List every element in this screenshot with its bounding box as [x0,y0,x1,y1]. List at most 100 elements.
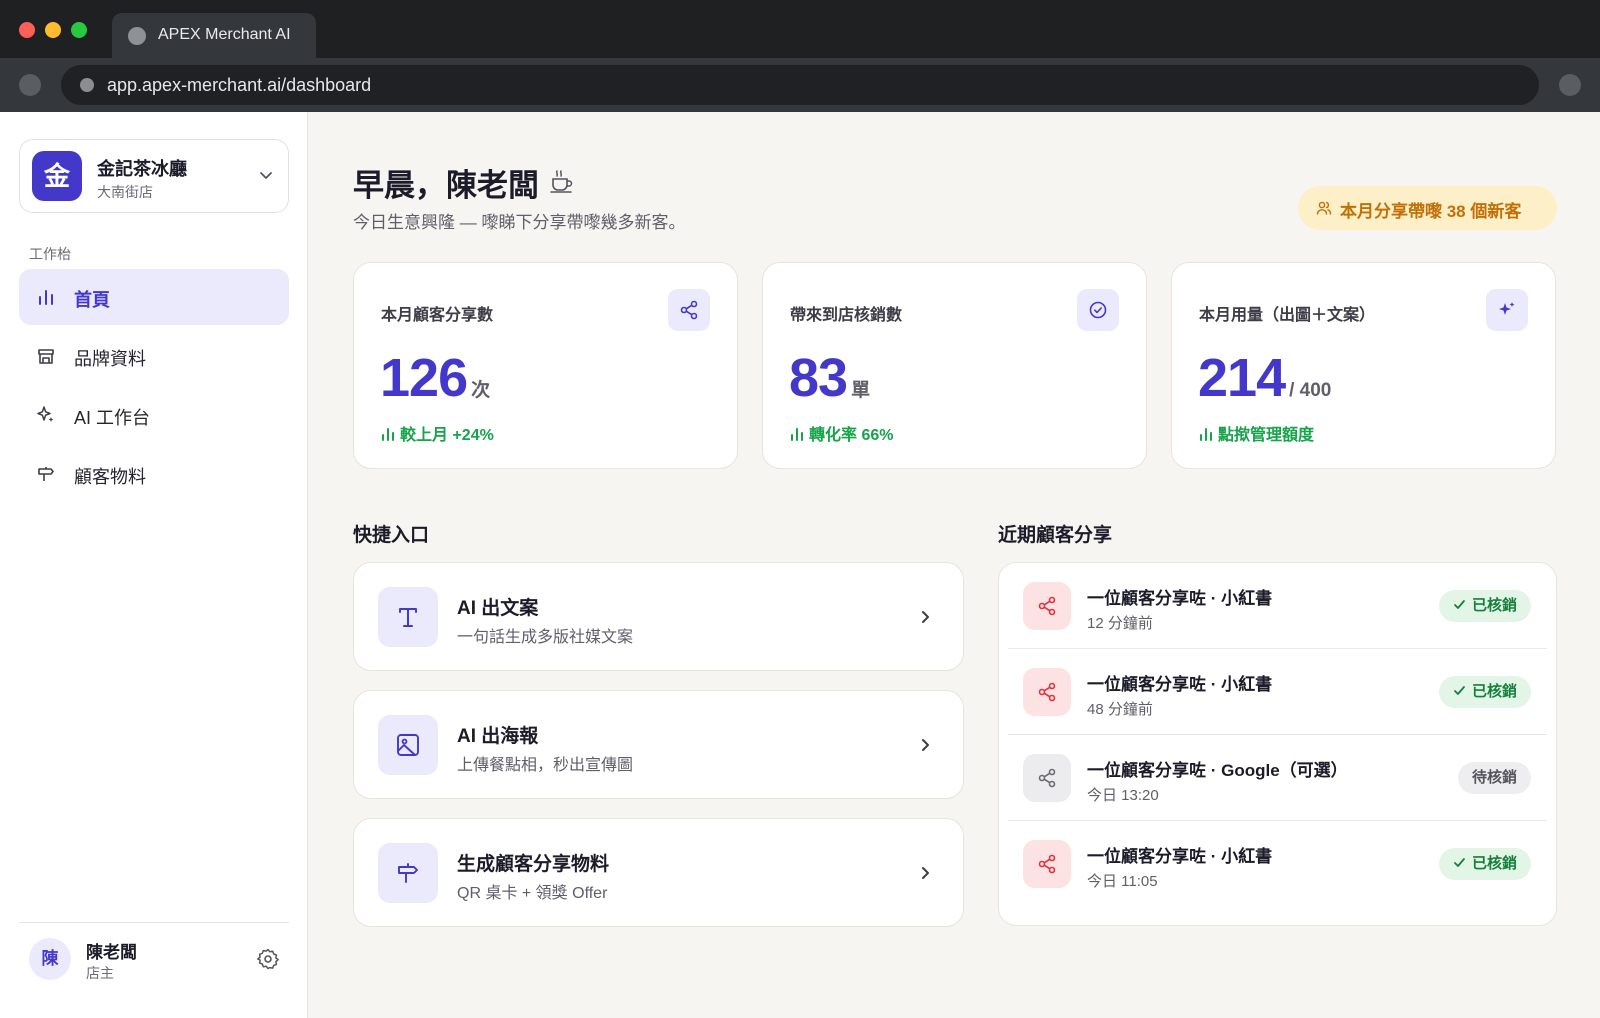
page-subtitle: 今日生意興隆 — 嚟睇下分享帶嚟幾多新客。 [353,213,686,232]
stat-card-shares: 本月顧客分享數 126 次 較上月 +24% [353,262,738,469]
app-root: 金 金記茶冰廳 大南街店 工作枱 首頁 品牌資料 AI 工作台 顧客物料 陳 陳… [0,112,1600,1018]
sidebar-item-customer-materials[interactable]: 顧客物料 [19,446,289,502]
quick-title: 生成顧客分享物料 [457,854,610,875]
stat-value: 126 次 [380,348,491,408]
sidebar-item-label: AI 工作台 [74,408,151,428]
share-time: 今日 13:20 [1087,787,1159,804]
stat-unit: 次 [471,380,491,401]
store-icon [38,349,54,364]
quick-ai-poster-button[interactable]: AI 出海報 上傳餐點相，秒出宣傳圖 [353,690,964,799]
url-text[interactable]: app.apex-merchant.ai/dashboard [107,75,371,96]
sidebar-section-label: 工作枱 [29,246,71,262]
share-icon [1023,840,1071,888]
window-close-button[interactable] [19,22,35,38]
stat-label: 本月用量（出圖＋文案） [1199,307,1376,324]
window-minimize-button[interactable] [45,22,61,38]
stat-value: 214/ 400 [1198,348,1332,408]
sidebar-item-brand[interactable]: 品牌資料 [19,328,289,384]
sidebar-item-home[interactable]: 首頁 [19,269,289,325]
status-badge: 已核銷 [1438,676,1531,708]
chevron-right-icon [922,739,929,751]
check-icon [1454,858,1465,867]
status-badge: 待核銷 [1457,762,1531,794]
sidebar-item-label: 顧客物料 [74,467,146,487]
share-icon [1023,754,1071,802]
quick-subtitle: 上傳餐點相，秒出宣傳圖 [457,757,634,774]
share-time: 今日 11:05 [1087,873,1158,890]
quick-subtitle: QR 桌卡 + 領獎 Offer [457,885,608,902]
browser-tab[interactable]: APEX Merchant AI [112,13,316,58]
image-icon [378,715,438,775]
bar-chart-icon [382,428,394,441]
gear-icon[interactable] [256,947,280,971]
share-icon [1023,582,1071,630]
address-bar[interactable]: app.apex-merchant.ai/dashboard [61,65,1539,105]
browser-toolbar: app.apex-merchant.ai/dashboard [0,58,1600,112]
share-time: 48 分鐘前 [1087,701,1153,718]
stat-label: 帶來到店核銷數 [790,307,903,324]
signpost-icon [378,843,438,903]
quick-title: AI 出文案 [457,598,539,619]
chevron-right-icon [922,867,929,879]
share-title: 一位顧客分享咗 · 小紅書 [1087,589,1273,608]
quick-title: AI 出海報 [457,726,539,747]
back-button[interactable] [19,74,41,96]
avatar[interactable]: 陳 [29,938,71,980]
share-title: 一位顧客分享咗 · 小紅書 [1087,847,1273,866]
sparkles-icon [1486,289,1528,331]
signpost-icon [38,467,54,481]
sidebar-item-label: 首頁 [74,290,110,310]
favicon-icon [128,27,146,45]
text-icon [378,587,438,647]
bar-chart-icon [1200,428,1212,441]
user-role: 店主 [86,965,114,981]
users-icon [1316,201,1332,215]
stat-label: 本月顧客分享數 [381,307,494,324]
sparkles-icon [37,406,54,422]
store-logo: 金 [32,151,82,201]
stat-unit: / 400 [1289,380,1332,401]
sidebar-item-ai-workbench[interactable]: AI 工作台 [19,387,289,443]
coffee-cup-icon [550,170,573,193]
check-icon [1454,600,1465,609]
user-name: 陳老闆 [86,943,137,962]
share-icon [668,289,710,331]
store-switcher[interactable]: 金 金記茶冰廳 大南街店 [19,139,289,213]
site-info-icon[interactable] [80,78,94,92]
manage-quota-link[interactable]: 點揿管理額度 [1199,421,1314,445]
store-name: 金記茶冰廳 [97,159,187,179]
window-maximize-button[interactable] [71,22,87,38]
tab-bar: APEX Merchant AI [0,0,1600,58]
quick-ai-copy-button[interactable]: AI 出文案 一句話生成多版社媒文案 [353,562,964,671]
chevron-right-icon [922,611,929,623]
share-icon [1023,668,1071,716]
stat-card-usage: 本月用量（出圖＋文案） 214/ 400 點揿管理額度 [1171,262,1556,469]
status-badge: 已核銷 [1438,590,1531,622]
sidebar-divider [19,922,289,923]
tab-title: APEX Merchant AI [158,26,291,43]
store-branch: 大南街店 [97,184,153,200]
stat-value: 83 單 [789,348,871,408]
recent-shares-title: 近期顧客分享 [998,525,1113,546]
quick-access-title: 快捷入口 [353,525,430,546]
stat-trend: 轉化率 66% [790,421,893,445]
stat-trend: 較上月 +24% [381,421,494,445]
bar-chart-icon [39,290,53,305]
quick-share-materials-button[interactable]: 生成顧客分享物料 QR 桌卡 + 領獎 Offer [353,818,964,927]
profile-button[interactable] [1559,74,1581,96]
status-badge: 已核銷 [1438,848,1531,880]
quick-subtitle: 一句話生成多版社媒文案 [457,629,634,646]
check-icon [1454,686,1465,695]
check-circle-icon [1077,289,1119,331]
browser-chrome: APEX Merchant AI app.apex-merchant.ai/da… [0,0,1600,112]
list-item[interactable]: 一位顧客分享咗 · Google（可選） 今日 13:20 待核銷 [1008,735,1547,821]
page-title: 早晨，陳老闆 [353,168,539,203]
new-customers-text: 本月分享帶嚟 38 個新客 [1340,202,1522,221]
sidebar-item-label: 品牌資料 [74,349,146,369]
list-item[interactable]: 一位顧客分享咗 · 小紅書 12 分鐘前 已核銷 [1008,563,1547,649]
stat-card-redemptions: 帶來到店核銷數 83 單 轉化率 66% [762,262,1147,469]
stat-unit: 單 [851,380,871,401]
list-item[interactable]: 一位顧客分享咗 · 小紅書 48 分鐘前 已核銷 [1008,649,1547,735]
recent-shares-list: 一位顧客分享咗 · 小紅書 12 分鐘前 已核銷 一位顧客分享咗 · 小紅書 4… [998,562,1557,926]
list-item[interactable]: 一位顧客分享咗 · 小紅書 今日 11:05 已核銷 [1008,821,1547,907]
